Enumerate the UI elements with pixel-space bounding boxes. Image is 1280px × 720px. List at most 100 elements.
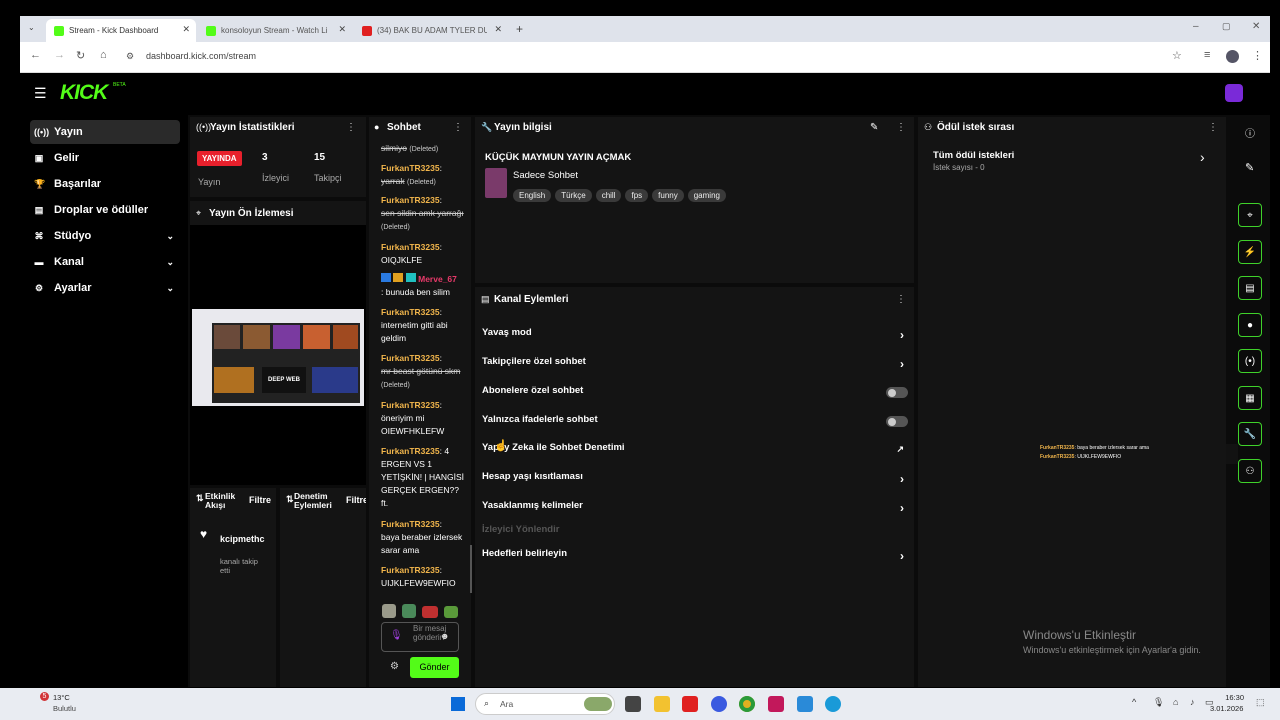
hamburger-menu-icon[interactable]: ☰ [34,85,47,102]
close-tab-icon[interactable]: ✕ [338,24,346,35]
category-thumbnail[interactable] [485,168,507,198]
tool-broadcast-button[interactable]: (•) [1238,349,1262,373]
action-set-goals[interactable]: Hedefleri belirleyin › [482,548,908,568]
app-icon[interactable] [797,696,813,712]
task-view-icon[interactable] [625,696,641,712]
tool-settings-button[interactable]: 🔧 [1238,422,1262,446]
action-followers-only[interactable]: Takipçilere özel sohbet › [482,356,908,376]
chat-username[interactable]: FurkanTR3235 [381,195,440,205]
chat-username[interactable]: FurkanTR3235 [381,307,440,317]
all-reward-requests[interactable]: Tüm ödül istekleri İstek sayısı - 0 › [926,146,1216,176]
info-icon[interactable]: ⓘ [1245,125,1255,140]
app-icon[interactable] [768,696,784,712]
home-icon[interactable]: ⌂ [100,49,107,61]
tool-chat-button[interactable]: ● [1238,313,1262,337]
action-ai-moderation[interactable]: Yapay Zeka ile Sohbet Denetimi ↗ [482,442,908,462]
activity-username[interactable]: kcipmethc [220,534,265,544]
emotes-only-toggle[interactable] [886,416,908,427]
sidebar-item-droplar[interactable]: ▤ Droplar ve ödüller [30,198,180,222]
chrome-icon[interactable] [739,696,755,712]
stream-info-menu-icon[interactable]: ⋮ [896,122,906,133]
sidebar-item-studyo[interactable]: ⌘ Stüdyo ⌄ [30,224,180,248]
chat-username[interactable]: Merve_67 [418,274,457,284]
tab-konsoloyun[interactable]: konsoloyun Stream - Watch Li ✕ [198,19,352,42]
emote-icon[interactable] [402,604,416,618]
emote-icon[interactable] [422,606,438,618]
reload-icon[interactable]: ↻ [76,49,85,62]
site-info-icon[interactable]: ⚙ [126,51,134,62]
kick-logo[interactable]: KICK [60,81,108,105]
preview-video[interactable]: DEEP WEB [192,309,364,406]
action-banned-words[interactable]: Yasaklanmış kelimeler › [482,500,908,520]
youtube-app-icon[interactable] [682,696,698,712]
tool-layout-button[interactable]: ▦ [1238,386,1262,410]
chat-username[interactable]: FurkanTR3235 [381,353,440,363]
maximize-icon[interactable]: ▢ [1222,21,1231,32]
moderation-filter-button[interactable]: Filtre [346,495,366,505]
chat-username[interactable]: FurkanTR3235 [381,565,440,575]
weather-condition[interactable]: Bulutlu [53,704,76,713]
tool-preview-button[interactable]: ⌖ [1238,203,1262,227]
chat-settings-icon[interactable]: ⚙ [390,661,399,672]
chat-menu-icon[interactable]: ⋮ [453,122,463,133]
subscribers-only-toggle[interactable] [886,387,908,398]
sidebar-item-gelir[interactable]: ▣ Gelir [30,146,180,170]
chat-scrollbar[interactable] [470,545,472,593]
edit-pencil-icon[interactable]: ✎ [870,122,878,133]
chat-username[interactable]: FurkanTR3235 [381,400,440,410]
tool-quick-actions-button[interactable]: ⚡ [1238,240,1262,264]
sidebar-item-ayarlar[interactable]: ⚙ Ayarlar ⌄ [30,276,180,300]
browser-menu-icon[interactable]: ⋮ [1252,49,1263,62]
edge-icon[interactable] [825,696,841,712]
close-window-icon[interactable]: ✕ [1252,21,1260,32]
emote-icon[interactable] [444,606,458,618]
chat-username[interactable]: FurkanTR3235 [381,446,440,456]
notification-icon[interactable]: ⬚ [1256,697,1265,708]
close-tab-icon[interactable]: ✕ [182,24,190,35]
profile-avatar[interactable] [1226,50,1239,63]
tray-chevron-icon[interactable]: ^ [1132,697,1136,707]
windows-start-icon[interactable] [451,697,465,711]
volume-icon[interactable]: ♪ [1190,697,1195,707]
taskbar-search[interactable]: ⌕ Ara [475,693,615,715]
stream-category[interactable]: Sadece Sohbet [513,170,578,181]
sidebar-item-basarilar[interactable]: 🏆 Başarılar [30,172,180,196]
network-icon[interactable]: ⌂ [1173,697,1178,707]
action-account-age[interactable]: Hesap yaşı kısıtlaması › [482,471,908,491]
emoji-icon[interactable]: ☻ [440,631,449,641]
microphone-icon[interactable]: 🎙 [390,630,403,641]
close-tab-icon[interactable]: ✕ [494,24,502,35]
sidebar-item-yayin[interactable]: ((•)) Yayın [30,120,180,144]
url-field[interactable]: dashboard.kick.com/stream [146,51,256,61]
activity-filter-button[interactable]: Filtre [249,495,271,505]
minimize-icon[interactable]: – [1193,21,1199,32]
chat-username[interactable]: FurkanTR3235 [381,242,440,252]
action-slow-mode[interactable]: Yavaş mod › [482,327,908,347]
bookmark-star-icon[interactable]: ☆ [1172,49,1182,62]
back-icon[interactable]: ← [30,49,41,61]
user-avatar[interactable] [1225,84,1243,102]
microphone-tray-icon[interactable]: 🎙 [1153,697,1164,708]
edit-icon[interactable]: ✎ [1245,161,1254,174]
chat-input[interactable]: 🎙 Bir mesaj gönderin ☻ [381,622,459,652]
app-icon[interactable] [711,696,727,712]
new-tab-icon[interactable]: + [516,22,523,36]
tab-kick-dashboard[interactable]: Stream - Kick Dashboard ✕ [46,19,196,42]
clock-date[interactable]: 3.01.2026 [1210,704,1243,713]
media-control-icon[interactable]: ≡ [1204,49,1210,61]
clock-time[interactable]: 16:30 [1222,693,1244,702]
chat-username[interactable]: FurkanTR3235 [381,163,440,173]
file-explorer-icon[interactable] [654,696,670,712]
forward-icon[interactable]: → [54,49,65,61]
tool-rewards-button[interactable]: ⚇ [1238,459,1262,483]
chat-username[interactable]: FurkanTR3235 [381,519,440,529]
stats-menu-icon[interactable]: ⋮ [346,122,356,133]
temperature[interactable]: 13°C [53,693,70,702]
sidebar-item-kanal[interactable]: ▬ Kanal ⌄ [30,250,180,274]
channel-actions-menu-icon[interactable]: ⋮ [896,294,906,305]
tab-youtube[interactable]: (34) BAK BU ADAM TYLER DUR ✕ [354,19,508,42]
tab-list-icon[interactable]: ⌄ [28,23,35,32]
tool-notes-button[interactable]: ▤ [1238,276,1262,300]
send-button[interactable]: Gönder [410,657,459,678]
emote-icon[interactable] [382,604,396,618]
